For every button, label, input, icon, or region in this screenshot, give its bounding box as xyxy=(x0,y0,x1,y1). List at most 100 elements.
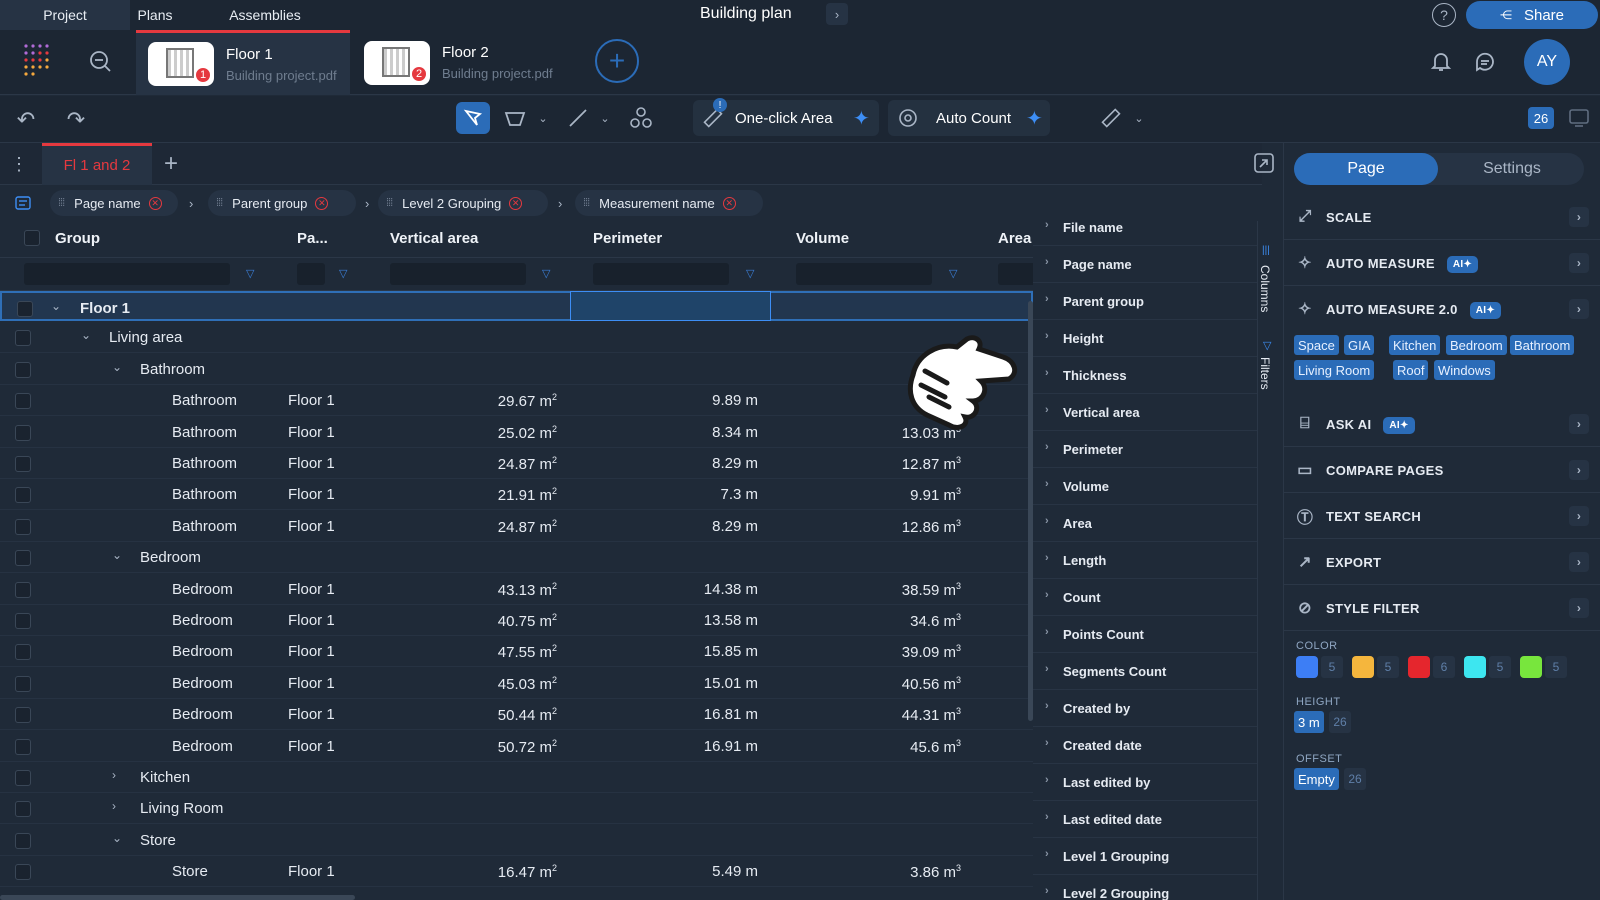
remove-chip-icon[interactable]: ✕ xyxy=(509,196,523,210)
horizontal-scrollbar[interactable] xyxy=(0,895,355,900)
add-file-icon[interactable]: + xyxy=(595,39,639,83)
tab-fl-1-and-2[interactable]: Fl 1 and 2 xyxy=(42,143,152,185)
filters-side-tab[interactable]: Filters xyxy=(1258,357,1272,390)
panel-item-ask-ai[interactable]: ⌸ ASK AI AI ✦ › xyxy=(1284,402,1600,447)
row-checkbox[interactable] xyxy=(15,644,31,661)
row-checkbox[interactable] xyxy=(15,707,31,724)
table-row[interactable]: Bathroom Floor 1 24.87 m2 8.29 m 12.86 m3 xyxy=(0,511,1033,542)
panel-item-export[interactable]: ↗ EXPORT › xyxy=(1284,540,1600,585)
panel-item-style-filter[interactable]: ⊘ STYLE FILTER › xyxy=(1284,586,1600,631)
group-row[interactable]: ⌄ Living area xyxy=(0,322,1033,354)
remove-chip-icon[interactable]: ✕ xyxy=(315,196,329,210)
column-option[interactable]: › Last edited date xyxy=(1033,802,1257,838)
row-checkbox[interactable] xyxy=(15,832,31,849)
chevron-down-icon[interactable]: ⌄ xyxy=(112,360,122,374)
row-checkbox[interactable] xyxy=(15,675,31,692)
table-row[interactable]: Bedroom Floor 1 45.03 m2 15.01 m 40.56 m3 xyxy=(0,668,1033,699)
remove-chip-icon[interactable]: ✕ xyxy=(722,196,736,210)
panel-item-text-search[interactable]: Ⓣ TEXT SEARCH › xyxy=(1284,494,1600,539)
column-option[interactable]: › Thickness xyxy=(1033,358,1257,394)
row-checkbox[interactable] xyxy=(17,301,33,317)
column-option[interactable]: › Parent group xyxy=(1033,284,1257,320)
filter-icon[interactable]: ▽ xyxy=(746,267,754,280)
tag-chip[interactable]: Space xyxy=(1294,335,1339,355)
tab-page[interactable]: Page xyxy=(1294,153,1438,185)
table-row[interactable]: Store Floor 1 16.47 m2 5.49 m 3.86 m3 xyxy=(0,856,1033,888)
filter-input-group[interactable] xyxy=(24,263,230,285)
column-option[interactable]: › Level 1 Grouping xyxy=(1033,839,1257,875)
grouping-chip-parent-group[interactable]: ⁞⁞⁞ Parent group ✕ xyxy=(208,190,356,216)
row-checkbox[interactable] xyxy=(15,424,31,441)
group-row[interactable]: › Kitchen xyxy=(0,762,1033,793)
table-row[interactable]: Bedroom Floor 1 43.13 m2 14.38 m 38.59 m3 xyxy=(0,574,1033,605)
file-card-floor-1[interactable]: 1 Floor 1 Building project.pdf xyxy=(136,30,350,95)
chevron-down-icon[interactable]: ⌄ xyxy=(536,108,550,128)
panel-item-auto-measure[interactable]: ✧ AUTO MEASURE AI ✦ › xyxy=(1284,241,1600,286)
height-value-chip[interactable]: 3 m xyxy=(1294,711,1324,733)
column-header-area[interactable]: Area xyxy=(998,230,1031,247)
drag-handle-icon[interactable]: ⁞⁞⁞ xyxy=(583,197,590,209)
chevron-down-icon[interactable]: ⌄ xyxy=(51,299,61,313)
grouping-chip-measurement-name[interactable]: ⁞⁞⁞ Measurement name ✕ xyxy=(575,190,763,216)
selected-cell[interactable] xyxy=(570,291,771,321)
search-files-icon[interactable] xyxy=(88,49,112,73)
tab-project[interactable]: Project xyxy=(0,0,130,30)
grouping-panel-icon[interactable] xyxy=(14,194,32,212)
columns-side-tab[interactable]: Columns xyxy=(1258,265,1272,312)
color-swatch[interactable] xyxy=(1296,656,1318,678)
undo-icon[interactable]: ↶ xyxy=(12,107,40,133)
grouping-chip-level-2-grouping[interactable]: ⁞⁞⁞ Level 2 Grouping ✕ xyxy=(378,190,548,216)
filter-input-vertical-area[interactable] xyxy=(390,263,526,285)
filter-icon[interactable]: ▽ xyxy=(339,267,347,280)
row-checkbox[interactable] xyxy=(15,550,31,567)
tab-settings[interactable]: Settings xyxy=(1440,153,1584,185)
one-click-area-button[interactable]: ! One-click Area ✦ xyxy=(693,98,879,136)
app-logo-icon[interactable] xyxy=(22,42,56,76)
tag-chip[interactable]: GIA xyxy=(1344,335,1375,355)
tag-chip[interactable]: Living Room xyxy=(1294,360,1375,380)
chat-icon[interactable] xyxy=(1472,49,1498,75)
column-option[interactable]: › Length xyxy=(1033,543,1257,579)
polygon-area-tool-icon[interactable] xyxy=(456,102,490,134)
chevron-right-icon[interactable]: › xyxy=(826,3,848,25)
column-header-volume[interactable]: Volume xyxy=(796,230,849,247)
drag-handle-icon[interactable]: ⁞⁞⁞ xyxy=(58,197,65,209)
filter-icon[interactable]: ▽ xyxy=(246,267,254,280)
filter-icon[interactable]: ▽ xyxy=(542,267,550,280)
share-button[interactable]: ⋲ Share xyxy=(1466,1,1598,29)
filter-input-page[interactable] xyxy=(297,263,325,285)
chevron-down-icon[interactable]: ⌄ xyxy=(81,328,91,342)
panel-item-scale[interactable]: ⤢ SCALE › xyxy=(1284,195,1600,240)
row-checkbox[interactable] xyxy=(15,518,31,535)
remove-chip-icon[interactable]: ✕ xyxy=(148,196,162,210)
table-row[interactable]: Bedroom Floor 1 47.55 m2 15.85 m 39.09 m3 xyxy=(0,636,1033,668)
drag-handle-icon[interactable]: ⁞⁞⁞ xyxy=(386,197,393,209)
help-icon[interactable]: ? xyxy=(1432,3,1456,27)
measure-ruler-icon[interactable] xyxy=(1098,106,1124,130)
table-row[interactable]: Bedroom Floor 1 50.72 m2 16.91 m 45.6 m3 xyxy=(0,731,1033,762)
column-option[interactable]: › Created by xyxy=(1033,691,1257,727)
column-header-vertical-area[interactable]: Vertical area xyxy=(390,230,478,247)
column-header-group[interactable]: Group xyxy=(55,230,100,247)
table-row[interactable]: BathroomFloor 129.67 m29.89 m1 xyxy=(0,385,1033,417)
column-option[interactable]: › Volume xyxy=(1033,469,1257,505)
table-row[interactable]: Bathroom Floor 1 24.87 m2 8.29 m 12.87 m3 xyxy=(0,448,1033,479)
column-option[interactable]: › Points Count xyxy=(1033,617,1257,653)
row-checkbox[interactable] xyxy=(15,456,31,472)
row-checkbox[interactable] xyxy=(15,613,31,629)
column-option[interactable]: › Last edited by xyxy=(1033,765,1257,801)
filter-icon[interactable]: ▽ xyxy=(949,267,957,280)
column-header-page[interactable]: Pa... xyxy=(297,230,328,247)
column-option[interactable]: › Created date xyxy=(1033,728,1257,764)
column-option[interactable]: › Segments Count xyxy=(1033,654,1257,690)
chevron-right-icon[interactable]: › xyxy=(112,768,116,782)
column-option[interactable]: › Perimeter xyxy=(1033,432,1257,468)
column-option[interactable]: › Count xyxy=(1033,580,1257,616)
open-external-icon[interactable] xyxy=(1252,151,1276,175)
color-swatch[interactable] xyxy=(1464,656,1486,678)
column-option[interactable]: › Page name xyxy=(1033,247,1257,283)
row-checkbox[interactable] xyxy=(15,581,31,598)
panel-item-auto-measure-2-0[interactable]: ✧ AUTO MEASURE 2.0 AI ✦ › xyxy=(1284,287,1600,332)
tag-chip[interactable]: Kitchen xyxy=(1389,335,1441,355)
table-row[interactable]: Bedroom Floor 1 50.44 m2 16.81 m 44.31 m3 xyxy=(0,699,1033,731)
